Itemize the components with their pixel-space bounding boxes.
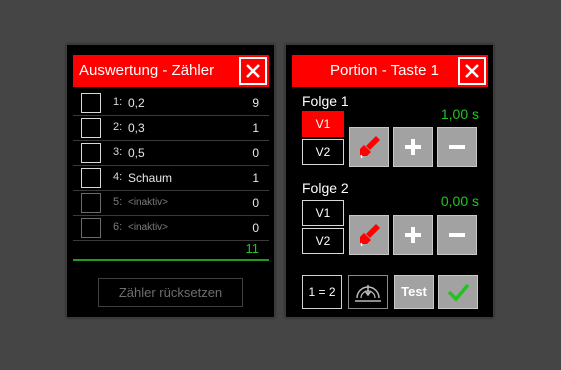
counter-list: 1: 0,2 9 2: 0,3 1 3: 0,5 0 4: Schaum 1 5… — [73, 91, 269, 241]
sequence-1-v2-button[interactable]: V2 — [302, 139, 344, 165]
sequence-2-v1-button[interactable]: V1 — [302, 200, 344, 226]
minus-icon — [449, 145, 465, 149]
counter-row: 3: 0,5 0 — [73, 141, 269, 166]
sequence-1-v1-button[interactable]: V1 — [302, 111, 344, 137]
counter-label: Schaum — [128, 171, 173, 185]
counter-label: <inaktiv> — [128, 197, 169, 208]
counter-checkbox — [81, 193, 101, 213]
portion-panel: Portion - Taste 1 Folge 1 1,00 s V1 V2 F… — [285, 44, 494, 318]
sequence-2-plus-button[interactable] — [393, 215, 433, 255]
counter-row: 1: 0,2 9 — [73, 91, 269, 116]
counter-index: 3: — [113, 146, 123, 158]
counter-label: 0,2 — [128, 96, 145, 110]
sequence-2-minus-button[interactable] — [437, 215, 477, 255]
close-icon — [465, 64, 479, 78]
counter-index: 2: — [113, 121, 123, 133]
counter-row: 4: Schaum 1 — [73, 166, 269, 191]
close-button[interactable] — [458, 57, 486, 85]
close-button[interactable] — [239, 57, 267, 85]
counter-value: 0 — [252, 146, 259, 160]
counter-checkbox[interactable] — [81, 93, 101, 113]
dispense-icon — [355, 285, 381, 302]
counter-panel-title: Auswertung - Zähler — [79, 62, 215, 79]
counter-index: 6: — [113, 221, 123, 233]
portion-title-bar: Portion - Taste 1 — [292, 55, 488, 87]
counter-index: 1: — [113, 96, 123, 108]
pour-icon — [360, 136, 380, 159]
dispense-button[interactable] — [348, 275, 388, 309]
sequence-1-plus-button[interactable] — [393, 127, 433, 167]
sequence-1-label: Folge 1 — [302, 93, 349, 109]
sequence-2-label: Folge 2 — [302, 180, 349, 196]
counter-value: 0 — [252, 221, 259, 235]
pour-icon — [360, 224, 380, 247]
sequence-1-minus-button[interactable] — [437, 127, 477, 167]
counter-title-bar: Auswertung - Zähler — [73, 55, 269, 87]
minus-icon — [449, 233, 465, 237]
counter-checkbox[interactable] — [81, 118, 101, 138]
counter-index: 5: — [113, 196, 123, 208]
test-button[interactable]: Test — [394, 275, 434, 309]
counter-label: 0,3 — [128, 121, 145, 135]
counter-row-inactive: 5: <inaktiv> 0 — [73, 191, 269, 216]
plus-icon — [405, 227, 421, 243]
counter-checkbox[interactable] — [81, 143, 101, 163]
counter-total-row: 11 — [73, 235, 269, 261]
counter-value: 9 — [252, 96, 259, 110]
sequence-2-pour-button[interactable] — [349, 215, 389, 255]
checkmark-icon — [447, 283, 470, 302]
counter-label: <inaktiv> — [128, 222, 169, 233]
counter-checkbox[interactable] — [81, 168, 101, 188]
counter-value: 1 — [252, 171, 259, 185]
counter-label: 0,5 — [128, 146, 145, 160]
confirm-button[interactable] — [438, 275, 478, 309]
counter-row: 2: 0,3 1 — [73, 116, 269, 141]
reset-counter-button[interactable]: Zähler rücksetzen — [98, 278, 243, 307]
sequence-2-time: 0,00 s — [440, 193, 479, 209]
plus-icon — [405, 139, 421, 155]
portion-panel-title: Portion - Taste 1 — [330, 62, 439, 79]
close-icon — [246, 64, 260, 78]
link-sequences-button[interactable]: 1 = 2 — [302, 275, 342, 309]
sequence-1-pour-button[interactable] — [349, 127, 389, 167]
counter-panel: Auswertung - Zähler 1: 0,2 9 2: 0,3 1 3:… — [66, 44, 275, 318]
counter-index: 4: — [113, 171, 123, 183]
counter-total: 11 — [245, 241, 260, 256]
counter-value: 1 — [252, 121, 259, 135]
counter-value: 0 — [252, 196, 259, 210]
sequence-1-time: 1,00 s — [440, 106, 479, 122]
sequence-2-v2-button[interactable]: V2 — [302, 228, 344, 254]
